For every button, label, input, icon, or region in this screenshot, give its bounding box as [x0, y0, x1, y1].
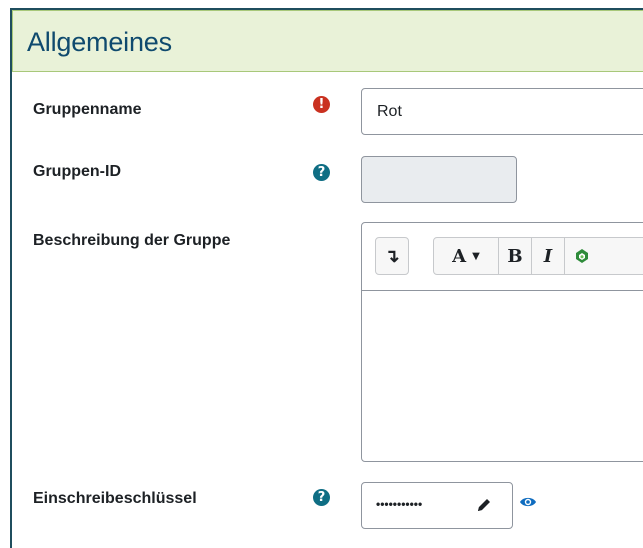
group-id-input[interactable] [361, 156, 517, 203]
font-dropdown-button[interactable]: A ▼ [434, 238, 499, 274]
font-icon: A [452, 245, 467, 267]
editor-toolbar: ↴ A ▼ B I [362, 223, 643, 291]
description-editor[interactable]: ↴ A ▼ B I [361, 222, 643, 462]
group-name-label: Gruppenname [33, 101, 142, 118]
group-name-input[interactable]: Rot [361, 88, 643, 135]
section-title: Allgemeines [27, 27, 172, 57]
eye-icon[interactable] [519, 493, 537, 511]
toolbar-toggle-icon: ↴ [384, 245, 400, 266]
section-header[interactable]: Allgemeines [12, 10, 643, 72]
question-circle-icon[interactable]: ? [313, 489, 330, 506]
toolbar-toggle-group: ↴ [375, 237, 409, 275]
exclamation-circle-icon: ! [313, 96, 330, 113]
editor-content-area[interactable] [362, 291, 643, 461]
bold-icon: B [507, 245, 523, 267]
toolbar-format-group: A ▼ B I [433, 237, 643, 275]
toolbar-toggle-button[interactable]: ↴ [376, 238, 408, 274]
group-id-label: Gruppen-ID [33, 163, 121, 180]
media-button[interactable] [565, 238, 598, 274]
enrolment-key-label: Einschreibeschlüssel [33, 490, 197, 507]
enrolment-key-field[interactable]: ••••••••••• [361, 482, 513, 529]
italic-button[interactable]: I [532, 238, 565, 274]
description-label: Beschreibung der Gruppe [33, 232, 231, 249]
enrolment-key-value: ••••••••••• [376, 497, 423, 511]
group-name-value: Rot [377, 103, 402, 120]
bold-button[interactable]: B [499, 238, 532, 274]
media-icon [575, 249, 588, 263]
italic-icon: I [543, 245, 553, 267]
question-circle-icon[interactable]: ? [313, 164, 330, 181]
pencil-icon[interactable] [476, 497, 492, 518]
caret-down-icon: ▼ [472, 250, 480, 262]
